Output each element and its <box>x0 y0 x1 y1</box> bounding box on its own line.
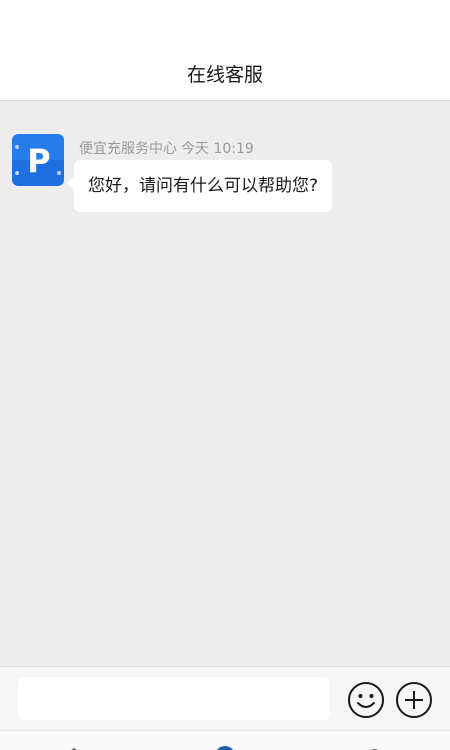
sender-name: 便宜充服务中心 <box>79 141 177 157</box>
message-meta: 便宜充服务中心 今天 10:19 <box>79 138 254 158</box>
more-button[interactable] <box>395 681 433 719</box>
avatar-letter: P <box>27 142 50 180</box>
page-title: 在线客服 <box>186 64 263 86</box>
emoji-button[interactable] <box>347 681 385 719</box>
header-bar: 在线客服 <box>0 0 450 101</box>
nav-chat[interactable] <box>213 741 237 750</box>
message-bubble[interactable]: 您好，请问有什么可以帮助您? <box>66 160 333 212</box>
app-logo-icon: P <box>12 134 64 186</box>
message-input[interactable] <box>18 677 330 720</box>
bottom-nav <box>0 730 450 750</box>
user-icon <box>372 749 378 750</box>
message-text: 您好，请问有什么可以帮助您? <box>88 176 319 196</box>
smiley-icon <box>348 682 384 718</box>
message-time: 今天 10:19 <box>181 141 254 157</box>
message-item: P 便宜充服务中心 今天 10:19 您好，请问有什么可以帮助您? <box>0 101 450 221</box>
chat-area[interactable]: P 便宜充服务中心 今天 10:19 您好，请问有什么可以帮助您? <box>0 101 450 666</box>
nav-home[interactable] <box>62 741 86 750</box>
nav-user[interactable] <box>363 741 387 750</box>
chat-icon <box>217 746 233 750</box>
plus-circle-icon <box>396 682 432 718</box>
input-bar <box>0 666 450 730</box>
home-icon <box>71 748 77 750</box>
avatar[interactable]: P <box>12 134 64 186</box>
